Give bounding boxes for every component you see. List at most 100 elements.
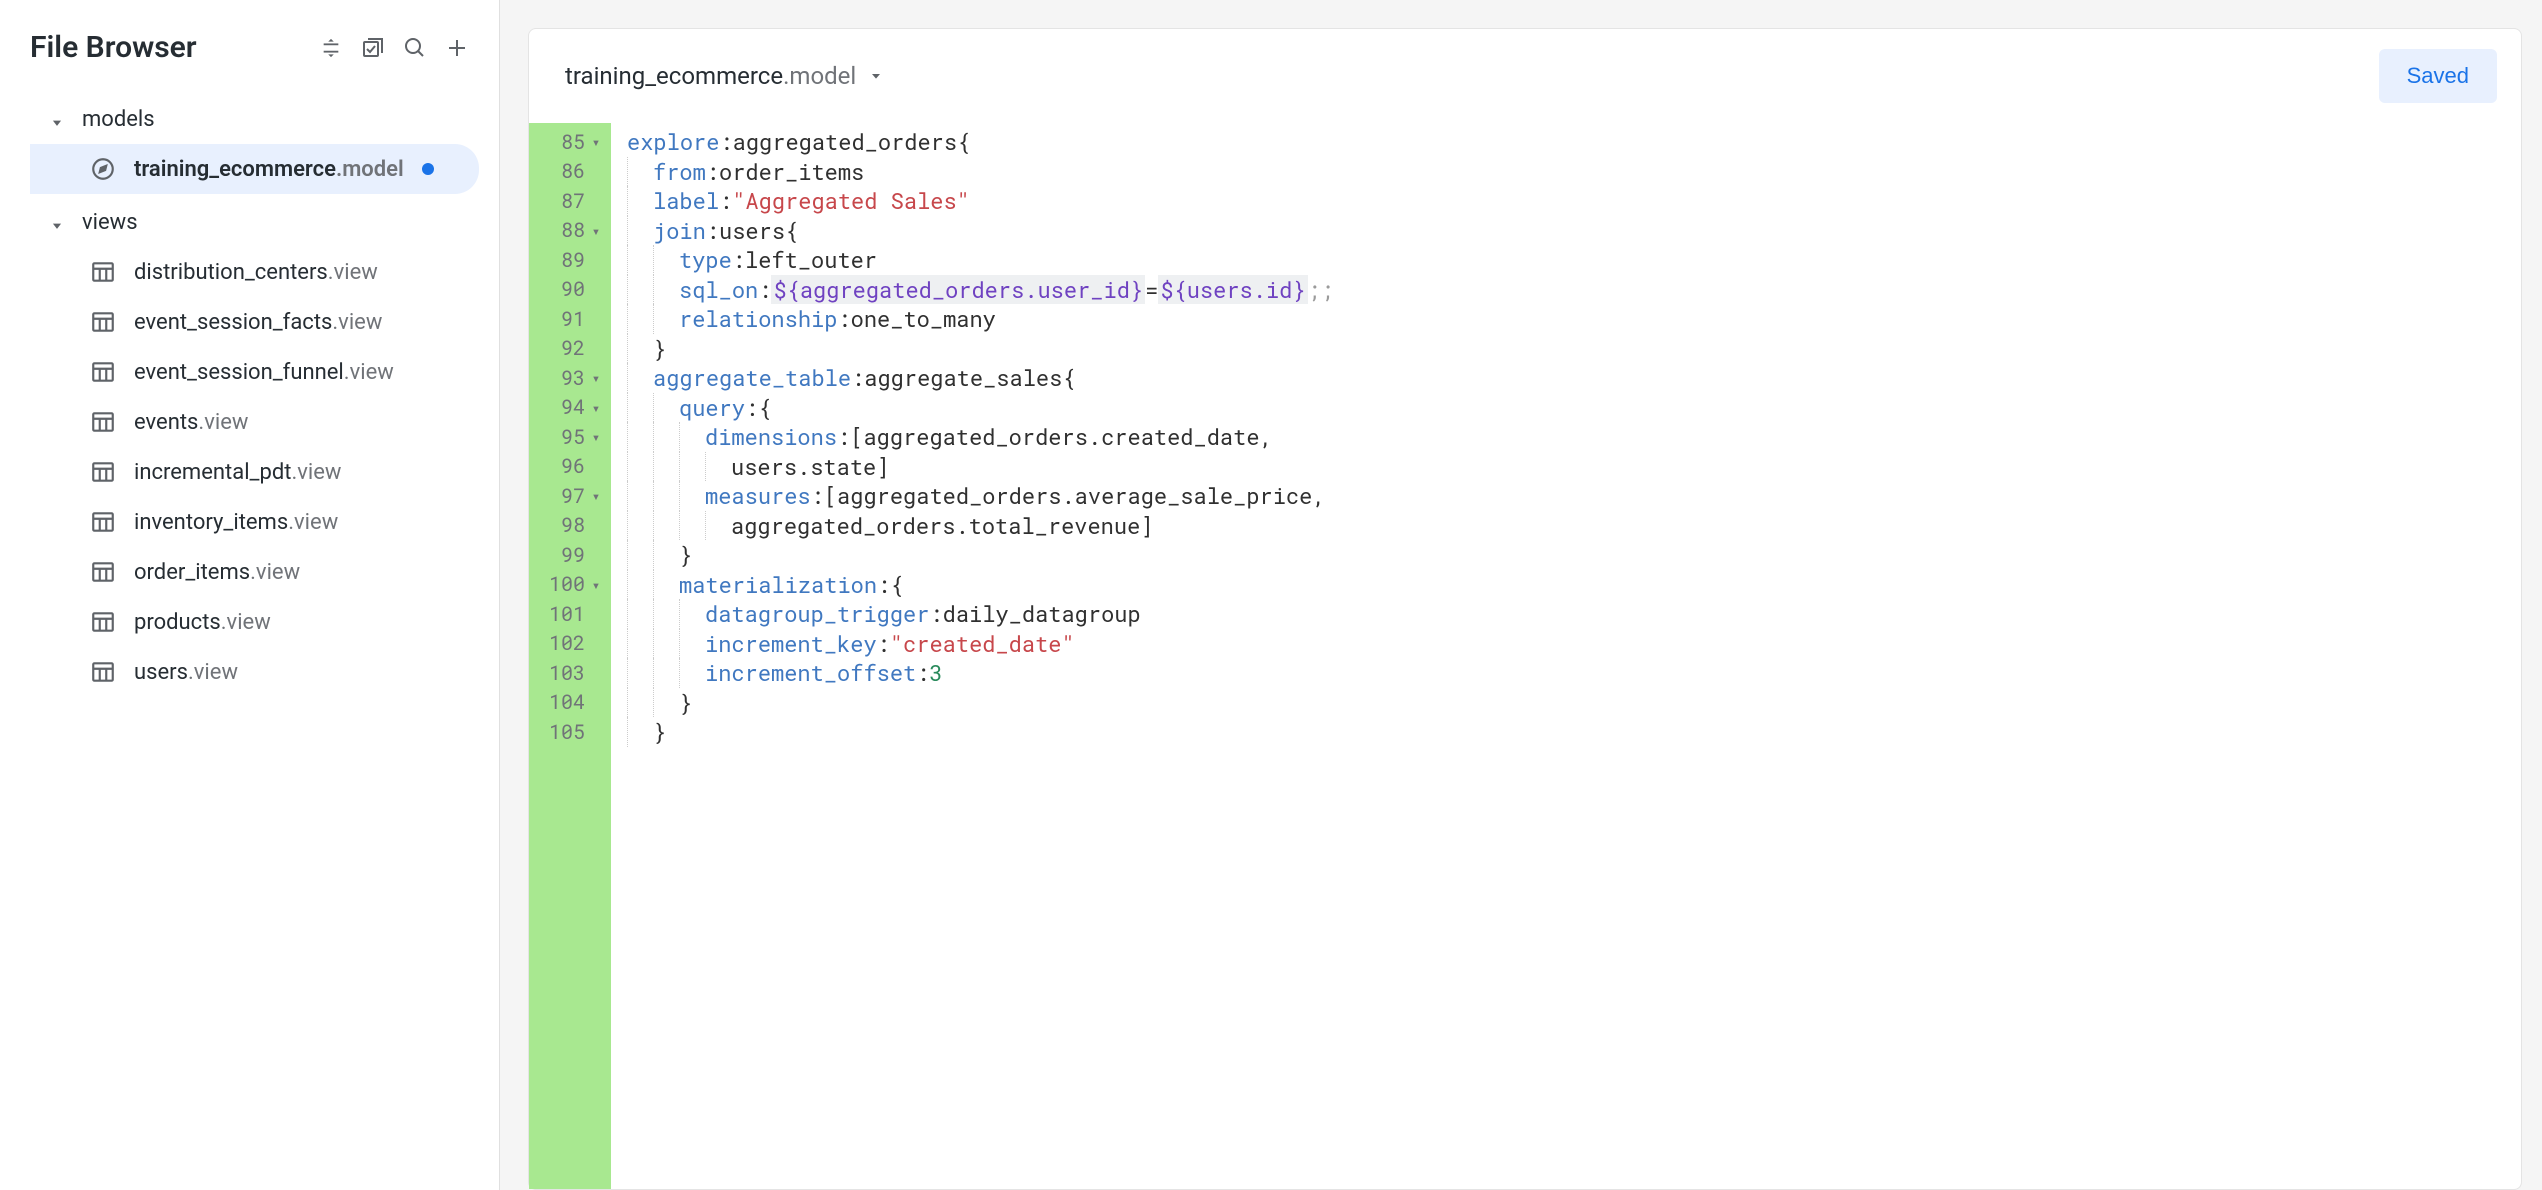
bulk-check-icon[interactable] xyxy=(361,36,385,60)
token-punc: ] xyxy=(876,452,889,481)
code-line[interactable]: join: users { xyxy=(627,216,2521,246)
line-number: 88 xyxy=(561,217,585,243)
add-icon[interactable] xyxy=(445,36,469,60)
code-line[interactable]: explore: aggregated_orders { xyxy=(627,127,2521,157)
table-icon xyxy=(90,309,116,335)
table-icon xyxy=(90,409,116,435)
token-punc: : xyxy=(877,629,890,658)
file-item-training_ecommerce[interactable]: training_ecommerce.model xyxy=(30,144,479,194)
code-line[interactable]: sql_on: ${aggregated_orders.user_id} = $… xyxy=(627,275,2521,305)
file-item-event_session_funnel[interactable]: event_session_funnel.view xyxy=(30,347,479,397)
line-number: 95 xyxy=(561,424,585,450)
code-line[interactable]: materialization: { xyxy=(627,570,2521,600)
caret-down-icon xyxy=(50,214,68,232)
fold-marker[interactable]: ▾ xyxy=(589,132,603,151)
fold-marker[interactable]: ▾ xyxy=(589,427,603,446)
code-line[interactable]: } xyxy=(627,717,2521,747)
line-number: 93 xyxy=(561,365,585,391)
indent-guide xyxy=(627,216,653,246)
fold-marker[interactable]: ▾ xyxy=(589,575,603,594)
line-number: 103 xyxy=(549,660,585,686)
indent-guide xyxy=(627,511,653,541)
token-punc: : xyxy=(877,570,890,599)
indent-guide xyxy=(627,157,653,187)
file-label: event_session_facts.view xyxy=(134,310,382,335)
indent-guide xyxy=(627,658,653,688)
token-punc: } xyxy=(679,540,692,569)
fold-marker[interactable]: ▾ xyxy=(589,486,603,505)
code-line[interactable]: increment_offset: 3 xyxy=(627,658,2521,688)
editor-filename-dropdown[interactable]: training_ecommerce.model xyxy=(565,62,884,90)
code-editor[interactable]: 85▾868788▾8990919293▾94▾95▾9697▾9899100▾… xyxy=(529,123,2521,1189)
token-id: order_items xyxy=(719,157,864,186)
code-line[interactable]: users.state] xyxy=(627,452,2521,482)
token-punc: = xyxy=(1145,275,1158,304)
token-punc: : xyxy=(837,304,850,333)
fold-marker[interactable]: ▾ xyxy=(589,398,603,417)
file-item-products[interactable]: products.view xyxy=(30,597,479,647)
file-item-users[interactable]: users.view xyxy=(30,647,479,697)
indent-guide xyxy=(627,186,653,216)
indent-guide xyxy=(627,452,653,482)
code-line[interactable]: } xyxy=(627,540,2521,570)
file-item-order_items[interactable]: order_items.view xyxy=(30,547,479,597)
token-punc: } xyxy=(679,688,692,717)
indent-guide xyxy=(653,599,679,629)
folder-header-views[interactable]: views xyxy=(30,198,499,247)
folder-label: views xyxy=(82,210,138,235)
folder-header-models[interactable]: models xyxy=(30,95,499,144)
folder-views: views distribution_centers.view event_sess… xyxy=(30,198,499,697)
file-item-events[interactable]: events.view xyxy=(30,397,479,447)
code-line[interactable]: measures: [aggregated_orders.average_sal… xyxy=(627,481,2521,511)
token-id: aggregated_orders xyxy=(733,127,957,156)
code-line[interactable]: } xyxy=(627,334,2521,364)
file-label: event_session_funnel.view xyxy=(134,360,394,385)
indent-guide xyxy=(627,540,653,570)
token-id: users.state xyxy=(731,452,876,481)
code-line[interactable]: increment_key: "created_date" xyxy=(627,629,2521,659)
chevron-down-icon xyxy=(868,62,884,90)
gutter-line: 99 xyxy=(529,540,611,570)
gutter-line: 86 xyxy=(529,157,611,187)
indent-guide xyxy=(653,658,679,688)
token-punc: : xyxy=(837,422,850,451)
collapse-icon[interactable] xyxy=(319,36,343,60)
fold-marker[interactable]: ▾ xyxy=(589,221,603,240)
token-key: from xyxy=(653,157,706,186)
file-label: products.view xyxy=(134,610,271,635)
token-punc: [ xyxy=(850,422,863,451)
file-item-distribution_centers[interactable]: distribution_centers.view xyxy=(30,247,479,297)
indent-guide xyxy=(627,245,653,275)
indent-guide xyxy=(653,629,679,659)
indent-guide xyxy=(627,393,653,423)
file-item-event_session_facts[interactable]: event_session_facts.view xyxy=(30,297,479,347)
code-line[interactable]: query: { xyxy=(627,393,2521,423)
indent-guide xyxy=(679,629,705,659)
code-line[interactable]: aggregate_table: aggregate_sales { xyxy=(627,363,2521,393)
folder-label: models xyxy=(82,107,155,132)
saved-button[interactable]: Saved xyxy=(2379,49,2497,103)
code-content[interactable]: explore: aggregated_orders {from: order_… xyxy=(611,123,2521,1189)
code-line[interactable]: } xyxy=(627,688,2521,718)
token-semi: ;; xyxy=(1308,275,1334,304)
code-line[interactable]: from: order_items xyxy=(627,157,2521,187)
token-punc: [ xyxy=(824,481,837,510)
token-punc: : xyxy=(811,481,824,510)
file-item-incremental_pdt[interactable]: incremental_pdt.view xyxy=(30,447,479,497)
gutter-line: 89 xyxy=(529,245,611,275)
code-line[interactable]: label: "Aggregated Sales" xyxy=(627,186,2521,216)
sidebar-header: File Browser xyxy=(30,30,499,65)
file-item-inventory_items[interactable]: inventory_items.view xyxy=(30,497,479,547)
code-line[interactable]: relationship: one_to_many xyxy=(627,304,2521,334)
fold-marker[interactable]: ▾ xyxy=(589,368,603,387)
indent-guide xyxy=(653,393,679,423)
code-line[interactable]: datagroup_trigger: daily_datagroup xyxy=(627,599,2521,629)
code-line[interactable]: aggregated_orders.total_revenue] xyxy=(627,511,2521,541)
file-label: users.view xyxy=(134,660,238,685)
search-icon[interactable] xyxy=(403,36,427,60)
code-line[interactable]: dimensions: [aggregated_orders.created_d… xyxy=(627,422,2521,452)
code-line[interactable]: type: left_outer xyxy=(627,245,2521,275)
indent-guide xyxy=(705,452,731,482)
compass-icon xyxy=(90,156,116,182)
sidebar-actions xyxy=(319,36,469,60)
